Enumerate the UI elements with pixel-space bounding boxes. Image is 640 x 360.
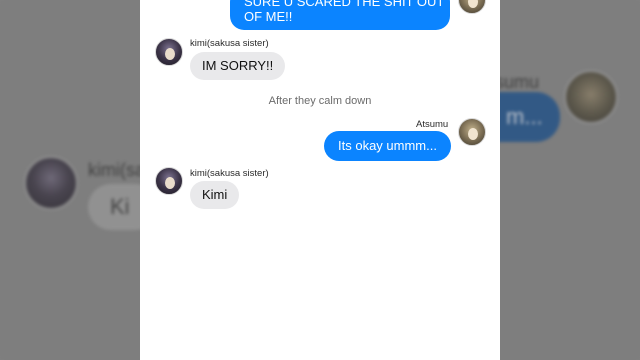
avatar-atsumu[interactable] <box>458 118 486 146</box>
sender-name: kimi(sakusa sister) <box>190 38 269 49</box>
message-text-line: OF ME!! <box>244 9 293 24</box>
message-text-line: SURE U SCARED THE SHIT OUT <box>244 0 445 9</box>
outgoing-message-bubble[interactable]: Its okay ummm... <box>324 131 451 161</box>
avatar-kimi[interactable] <box>155 167 183 195</box>
incoming-message-bubble[interactable]: Kimi <box>190 181 240 209</box>
incoming-message-bubble[interactable]: IM SORRY!! <box>190 52 286 80</box>
outgoing-message-bubble[interactable]: SURE U SCARED THE SHIT OUT OF ME!! <box>230 0 450 30</box>
sender-name: kimi(sakusa sister) <box>190 168 269 179</box>
avatar-kimi[interactable] <box>155 38 183 66</box>
avatar-atsumu[interactable] <box>458 0 486 14</box>
narration-text: After they calm down <box>268 95 372 107</box>
chat-panel[interactable]: SURE U SCARED THE SHIT OUT OF ME!! kimi(… <box>140 0 500 360</box>
sender-name: Atsumu <box>416 119 449 130</box>
